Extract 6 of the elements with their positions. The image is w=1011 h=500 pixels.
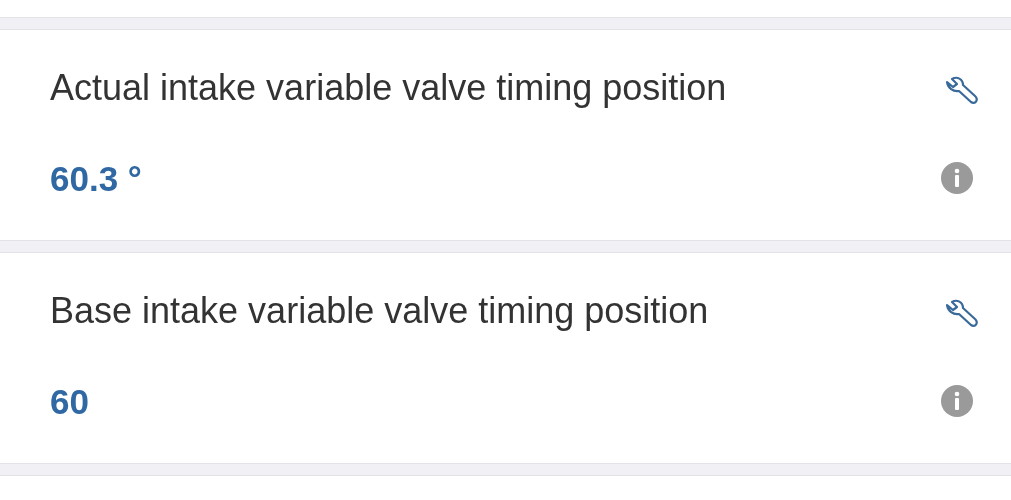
info-icon[interactable] bbox=[941, 385, 973, 417]
parameter-name: Base intake variable valve timing position bbox=[50, 293, 709, 329]
info-icon[interactable] bbox=[941, 162, 973, 194]
parameter-name: Actual intake variable valve timing position bbox=[50, 70, 727, 106]
parameter-value: 60 bbox=[50, 383, 89, 419]
parameter-value: 60.3 ° bbox=[50, 160, 142, 196]
